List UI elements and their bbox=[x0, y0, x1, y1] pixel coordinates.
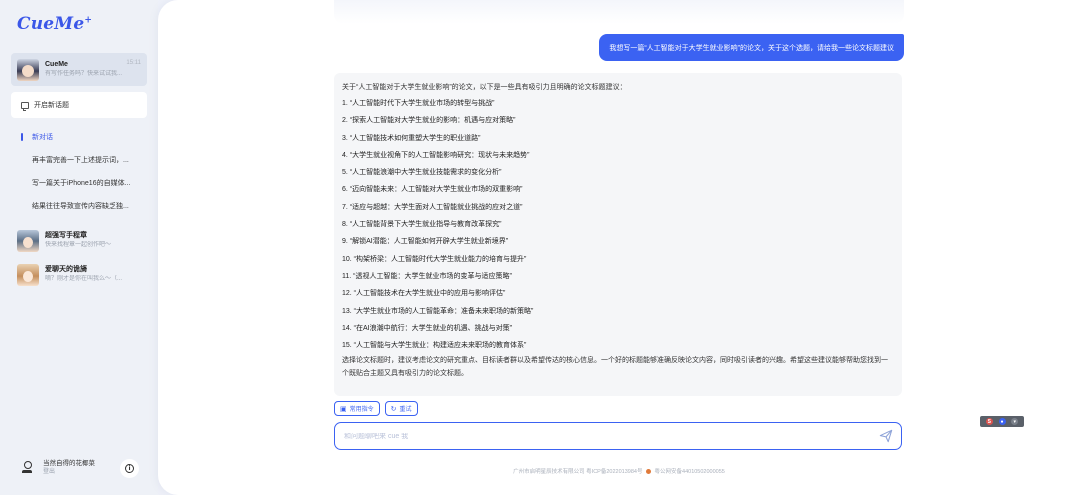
contact-name: 爱聊天的诡旖 bbox=[45, 266, 87, 273]
tray-more-icon[interactable]: ▾ bbox=[1011, 418, 1019, 425]
user-name: 当然自得的花椰菜 bbox=[43, 460, 95, 467]
title-suggestion: 14. “在AI浪潮中航行：大学生就业的机遇、挑战与对策” bbox=[342, 324, 512, 332]
contact-chatter[interactable]: 爱聊天的诡旖 嘀？刚才是你在叫我么～（... bbox=[11, 258, 147, 291]
reply-footer: 选择论文标题时，建议考虑论文的研究重点、目标读者群以及希望传达的核心信息。一个好… bbox=[342, 357, 888, 377]
history-item-label: 写一篇关于iPhone16的自媒体... bbox=[32, 179, 131, 187]
send-icon[interactable] bbox=[879, 429, 893, 443]
new-topic-button[interactable]: 开启新话题 bbox=[11, 92, 147, 118]
sidebar: CueMe+ CueMe 有写作任务吗？快来试试我... 15:11 开启新话题… bbox=[0, 0, 158, 495]
main-panel: 我想写一篇“人工智能对于大学生就业影响”的论文，关于这个选题，请给我一些论文标题… bbox=[158, 0, 1080, 495]
history-item[interactable]: 写一篇关于iPhone16的自媒体... bbox=[11, 171, 147, 194]
title-suggestion: 7. “适应与超越：大学生面对人工智能就业挑战的应对之道” bbox=[342, 203, 523, 211]
contact-name: 超强写手程章 bbox=[45, 232, 87, 239]
contact-writer[interactable]: 超强写手程章 快来找程章一起创作吧～ bbox=[11, 224, 147, 257]
logout-link[interactable]: 登出 bbox=[43, 468, 95, 477]
tray-blue-icon[interactable]: ● bbox=[998, 418, 1006, 425]
title-suggestion: 12. “人工智能技术在大学生就业中的应用与影响评估” bbox=[342, 290, 506, 298]
title-suggestion: 3. “人工智能技术如何重塑大学生的职业道路” bbox=[342, 134, 481, 142]
contact-preview: 嘀？刚才是你在叫我么～（... bbox=[45, 276, 123, 282]
title-suggestion: 6. “迈向智能未来：人工智能对大学生就业市场的双重影响” bbox=[342, 186, 523, 194]
refresh-icon: ↻ bbox=[390, 405, 397, 413]
history-item[interactable]: 再丰富完善一下上述提示词，... bbox=[11, 148, 147, 171]
message-input-box bbox=[334, 422, 902, 450]
app-logo[interactable]: CueMe+ bbox=[17, 14, 92, 34]
user-bar: 当然自得的花椰菜 登出 i bbox=[0, 450, 158, 486]
contact-preview: 有写作任务吗？快来试试我... bbox=[45, 71, 123, 77]
title-suggestion: 11. “透视人工智能：大学生就业市场的变革与适应策略” bbox=[342, 272, 512, 280]
history-item-active[interactable]: 新对话 bbox=[11, 125, 147, 148]
contact-time: 15:11 bbox=[126, 60, 141, 66]
avatar bbox=[17, 229, 39, 252]
footer-company[interactable]: 广州市启明星辰技术有限公司 粤ICP备2022013984号 bbox=[513, 469, 642, 475]
common-commands-button[interactable]: ▣ 常用指令 bbox=[334, 401, 380, 416]
chat-top-fade bbox=[334, 0, 904, 24]
assistant-reply: 关于“人工智能对于大学生就业影响”的论文，以下是一些具有吸引力且明确的论文标题建… bbox=[334, 73, 902, 396]
history-item-label: 新对话 bbox=[32, 133, 53, 141]
info-circle-icon: i bbox=[125, 464, 134, 473]
title-suggestion: 5. “人工智能浪潮中大学生就业技能需求的变化分析” bbox=[342, 169, 502, 177]
reply-toolbar: ▣ 常用指令 ↻ 重试 bbox=[334, 401, 418, 416]
avatar bbox=[17, 58, 39, 81]
title-suggestion: 4. “大学生就业视角下的人工智能影响研究：现状与未来趋势” bbox=[342, 151, 530, 159]
contact-preview: 快来找程章一起创作吧～ bbox=[45, 242, 112, 248]
history-item-label: 结果往往导致宣传内容缺乏独... bbox=[32, 202, 129, 210]
command-icon: ▣ bbox=[340, 405, 347, 413]
title-suggestion-list: 1. “人工智能时代下大学生就业市场的转型与挑战” 2. “探索人工智能对大学生… bbox=[342, 95, 894, 354]
system-tray: S ● ▾ bbox=[980, 416, 1024, 427]
title-suggestion: 8. “人工智能背景下大学生就业指导与教育改革探究” bbox=[342, 221, 502, 229]
title-suggestion: 9. “解锁AI潜能：人工智能如何开辟大学生就业新境界” bbox=[342, 238, 509, 246]
retry-label: 重试 bbox=[399, 407, 412, 413]
user-icon bbox=[21, 461, 33, 475]
footer-police[interactable]: 粤公网安备44010502000055 bbox=[655, 469, 725, 475]
title-suggestion: 10. “构架桥梁：人工智能时代大学生就业能力的培育与提升” bbox=[342, 255, 527, 263]
info-button[interactable]: i bbox=[120, 459, 139, 478]
title-suggestion: 15. “人工智能与大学生就业：构建适应未来职场的教育体系” bbox=[342, 342, 527, 350]
avatar bbox=[17, 263, 39, 286]
title-suggestion: 1. “人工智能时代下大学生就业市场的转型与挑战” bbox=[342, 100, 495, 107]
tray-s-icon[interactable]: S bbox=[985, 418, 993, 425]
history-item-label: 再丰富完善一下上述提示词，... bbox=[32, 156, 129, 164]
history-list: 新对话 再丰富完善一下上述提示词，... 写一篇关于iPhone16的自媒体..… bbox=[11, 125, 147, 215]
common-commands-label: 常用指令 bbox=[349, 407, 374, 413]
footer-info: 广州市启明星辰技术有限公司 粤ICP备2022013984号 粤公网安备4401… bbox=[334, 467, 904, 475]
user-message-bubble: 我想写一篇“人工智能对于大学生就业影响”的论文，关于这个选题，请给我一些论文标题… bbox=[599, 34, 904, 61]
history-item[interactable]: 结果往往导致宣传内容缺乏独... bbox=[11, 194, 147, 217]
chat-bubble-icon bbox=[21, 101, 29, 111]
police-badge-icon bbox=[645, 469, 651, 475]
logo-mark: + bbox=[84, 15, 93, 26]
logo-text: CueMe bbox=[17, 14, 85, 34]
contact-cueme[interactable]: CueMe 有写作任务吗？快来试试我... 15:11 bbox=[11, 53, 147, 86]
new-topic-label: 开启新话题 bbox=[34, 102, 69, 109]
title-suggestion: 2. “探索人工智能对大学生就业的影响：机遇与应对策略” bbox=[342, 117, 516, 125]
reply-intro: 关于“人工智能对于大学生就业影响”的论文，以下是一些具有吸引力且明确的论文标题建… bbox=[342, 84, 627, 91]
retry-button[interactable]: ↻ 重试 bbox=[384, 401, 418, 416]
title-suggestion: 13. “大学生就业市场的人工智能革命：准备未来职场的新策略” bbox=[342, 307, 534, 315]
message-input[interactable] bbox=[344, 432, 879, 440]
